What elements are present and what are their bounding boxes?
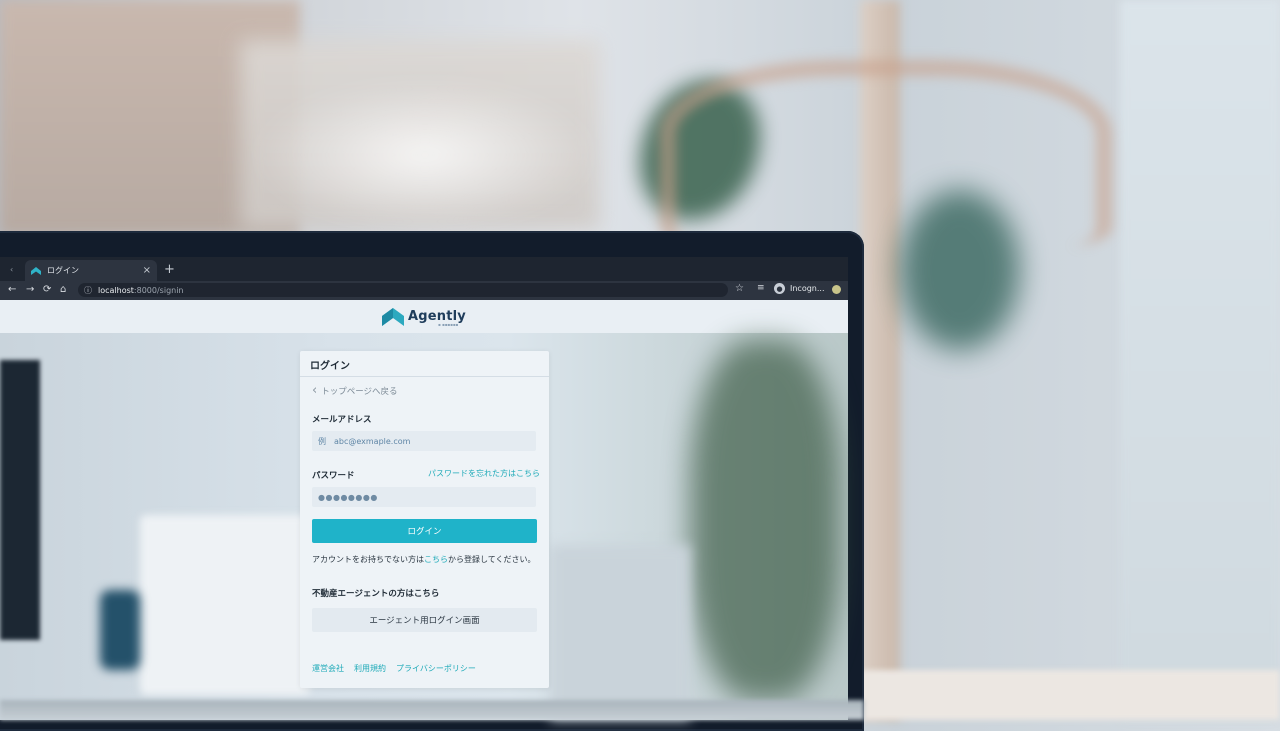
url-text: localhost:8000/signin bbox=[98, 286, 184, 295]
page-bg-dark-wall bbox=[0, 360, 40, 640]
extension-icon[interactable] bbox=[832, 285, 841, 294]
site-header: Agently bbox=[0, 300, 848, 333]
reload-icon[interactable]: ⟳ bbox=[43, 282, 51, 298]
url-host: localhost bbox=[98, 285, 134, 295]
new-tab-button[interactable]: + bbox=[164, 262, 175, 277]
forward-arrow-icon[interactable]: → bbox=[26, 282, 34, 298]
login-button[interactable]: ログイン bbox=[312, 519, 537, 543]
reading-list-icon[interactable]: ≡ bbox=[757, 283, 765, 293]
bookmark-star-icon[interactable]: ☆ bbox=[735, 283, 744, 294]
email-label: メールアドレス bbox=[312, 415, 372, 425]
url-path: :8000/signin bbox=[133, 285, 184, 295]
back-arrow-icon[interactable]: ← bbox=[8, 282, 16, 298]
background-shelf bbox=[240, 40, 600, 230]
footer-link-privacy[interactable]: プライバシーポリシー bbox=[396, 663, 476, 674]
profile-label: Incogn... bbox=[790, 284, 825, 293]
tab-title: ログイン bbox=[47, 266, 79, 275]
agent-login-button[interactable]: エージェント用ログイン画面 bbox=[312, 608, 537, 632]
brand-tagline: ▪ ▪▪▪▪▪▪ bbox=[438, 322, 459, 327]
chevron-left-icon: ‹ bbox=[312, 383, 318, 398]
agently-logo-icon[interactable] bbox=[382, 307, 404, 326]
agently-favicon-icon bbox=[31, 266, 41, 275]
login-title: ログイン bbox=[310, 361, 350, 372]
laptop-keyboard-deck bbox=[0, 700, 864, 720]
register-link[interactable]: こちら bbox=[424, 555, 448, 564]
background-plant-right bbox=[900, 190, 1020, 350]
incognito-icon: ● bbox=[774, 283, 785, 294]
password-label: パスワード bbox=[312, 471, 355, 481]
background-table bbox=[860, 670, 1280, 720]
footer-link-terms[interactable]: 利用規約 bbox=[354, 663, 386, 674]
back-link-label: トップページへ戻る bbox=[321, 387, 398, 397]
page-bg-counter bbox=[550, 545, 690, 720]
password-field[interactable] bbox=[312, 487, 536, 507]
background-hangers bbox=[660, 60, 1112, 246]
register-suffix: から登録してください。 bbox=[448, 555, 536, 564]
page-bg-sink bbox=[140, 515, 310, 695]
address-bar[interactable]: ⓘ localhost:8000/signin bbox=[78, 283, 728, 297]
email-field[interactable] bbox=[312, 431, 536, 451]
background-plant bbox=[640, 80, 760, 220]
register-prefix: アカウントをお持ちでない方は bbox=[312, 555, 424, 564]
back-to-top-link[interactable]: ‹ トップページへ戻る bbox=[312, 383, 398, 398]
incognito-profile-button[interactable]: ● Incogn... bbox=[774, 283, 825, 294]
background-window bbox=[1120, 0, 1280, 720]
background-wall bbox=[0, 0, 300, 235]
footer-link-company[interactable]: 運営会社 bbox=[312, 663, 344, 674]
page-bg-vase bbox=[100, 590, 140, 670]
tab-scroll-icon[interactable]: ‹ bbox=[10, 265, 13, 274]
home-icon[interactable]: ⌂ bbox=[60, 282, 66, 298]
page-bg-plant bbox=[690, 340, 840, 700]
agent-heading: 不動産エージェントの方はこちら bbox=[312, 589, 440, 599]
site-info-icon[interactable]: ⓘ bbox=[84, 285, 92, 296]
register-text: アカウントをお持ちでない方はこちらから登録してください。 bbox=[312, 554, 536, 565]
background-coat-rack bbox=[860, 0, 900, 720]
tab-close-icon[interactable]: × bbox=[143, 265, 151, 276]
browser-tab[interactable]: ログイン × bbox=[25, 260, 157, 281]
footer-links: 運営会社 利用規約 プライバシーポリシー bbox=[312, 663, 476, 674]
forgot-password-link[interactable]: パスワードを忘れた方はこちら bbox=[428, 468, 540, 479]
background-neon-sign bbox=[250, 80, 600, 230]
